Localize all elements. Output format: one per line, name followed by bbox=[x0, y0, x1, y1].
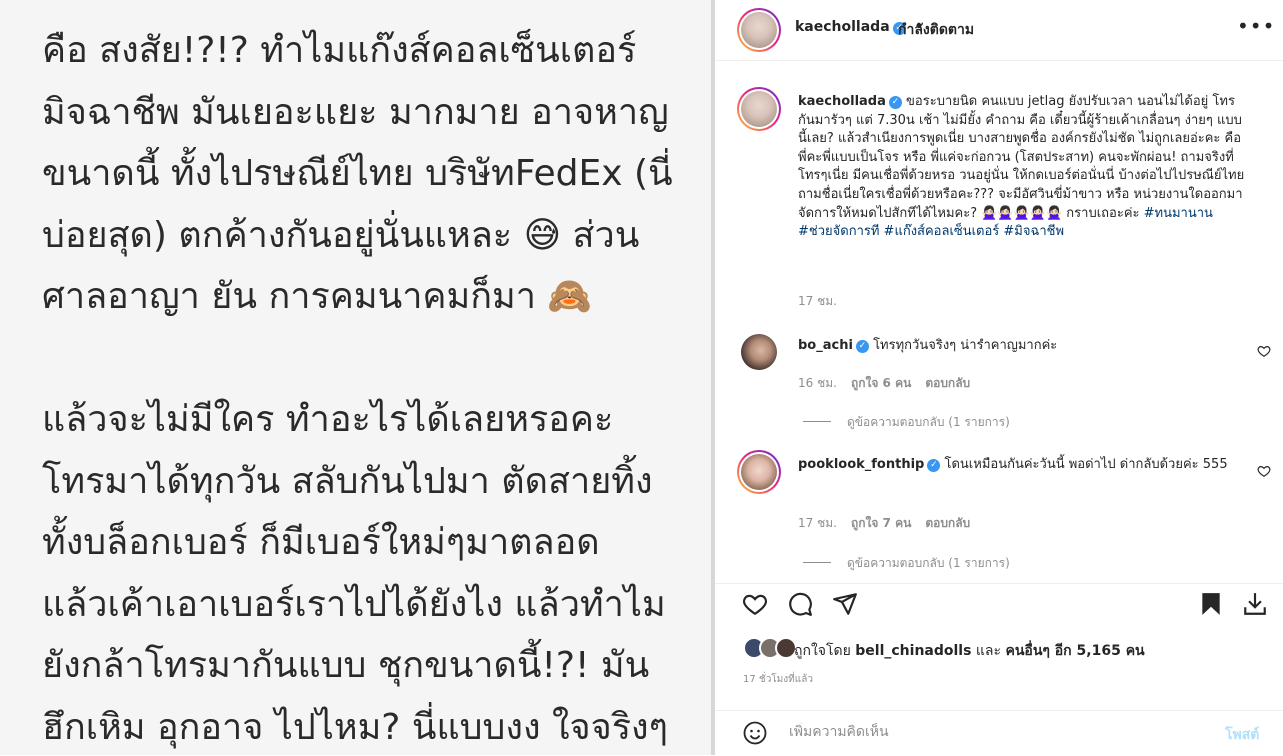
comment-item: pooklook_fonthip ✓ โดนเหมือนกันค่ะวันนี้ … bbox=[798, 455, 1238, 474]
liked-by-others[interactable]: คนอื่นๆ อีก 5,165 คน bbox=[1005, 643, 1144, 659]
caption-time: 17 ชม. bbox=[798, 294, 837, 308]
author-avatar[interactable] bbox=[737, 8, 781, 52]
send-icon[interactable] bbox=[832, 591, 858, 617]
verified-badge-icon: ✓ bbox=[888, 96, 902, 109]
post-caption: kaechollada ✓ ขอระบายนิด คนแบบ jetlag ยัง… bbox=[798, 93, 1248, 242]
commenter-avatar[interactable] bbox=[737, 450, 781, 494]
caption-text: ขอระบายนิด คนแบบ jetlag ยังปรับเวลา นอนไ… bbox=[798, 94, 1245, 221]
post-header: kaechollada ✓ • กำลังติดตาม ••• bbox=[715, 0, 1283, 61]
commenter-avatar[interactable] bbox=[741, 334, 777, 370]
liked-by-text: ถูกใจโดย bell_chinadolls และ คนอื่นๆ อีก… bbox=[794, 643, 1145, 659]
comment-text: โดนเหมือนกันค่ะวันนี้ พอด่าไป ด่ากลับด้ว… bbox=[944, 457, 1228, 472]
caption-avatar[interactable] bbox=[737, 87, 781, 131]
post-image: คือ สงสัย!?!? ทำไมแก๊งส์คอลเซ็นเตอร์ มิจ… bbox=[0, 0, 711, 755]
comment-like-heart-icon[interactable] bbox=[1257, 464, 1271, 478]
comment-likes[interactable]: ถูกใจ 7 คน bbox=[851, 516, 911, 530]
download-icon[interactable] bbox=[1242, 591, 1268, 617]
post-details-panel: kaechollada ✓ • กำลังติดตาม ••• kaecholla… bbox=[715, 0, 1283, 755]
comment-likes[interactable]: ถูกใจ 6 คน bbox=[851, 376, 911, 390]
comment-meta: 16 ชม. ถูกใจ 6 คน ตอบกลับ bbox=[798, 374, 970, 393]
comment-reply-button[interactable]: ตอบกลับ bbox=[925, 376, 970, 390]
more-options-icon[interactable]: ••• bbox=[1237, 14, 1275, 38]
comment-like-heart-icon[interactable] bbox=[1257, 344, 1271, 358]
comment-icon[interactable] bbox=[787, 591, 813, 617]
comment-input[interactable] bbox=[787, 723, 1191, 741]
bookmark-filled-icon[interactable] bbox=[1198, 591, 1224, 617]
liked-by-user[interactable]: bell_chinadolls bbox=[855, 643, 971, 659]
verified-badge-icon: ✓ bbox=[927, 459, 941, 472]
caption-username[interactable]: kaechollada bbox=[798, 94, 886, 109]
comment-item: bo_achi ✓ โทรทุกวันจริงๆ น่ารำคาญมากค่ะ bbox=[798, 336, 1238, 355]
emoji-icon[interactable] bbox=[743, 721, 767, 745]
following-button[interactable]: กำลังติดตาม bbox=[898, 19, 974, 41]
comment-reply-button[interactable]: ตอบกลับ bbox=[925, 516, 970, 530]
comment-time: 16 ชม. bbox=[798, 376, 837, 390]
comment-meta: 17 ชม. ถูกใจ 7 คน ตอบกลับ bbox=[798, 514, 970, 533]
comment-text: โทรทุกวันจริงๆ น่ารำคาญมากค่ะ bbox=[873, 338, 1058, 353]
comments-section[interactable]: kaechollada ✓ ขอระบายนิด คนแบบ jetlag ยัง… bbox=[715, 61, 1283, 583]
comment-username[interactable]: pooklook_fonthip bbox=[798, 457, 924, 472]
post-comment-button[interactable]: โพสต์ bbox=[1225, 724, 1259, 746]
comment-username[interactable]: bo_achi bbox=[798, 338, 853, 353]
view-replies-button[interactable]: ดูข้อความตอบกลับ (1 รายการ) bbox=[803, 554, 1010, 573]
heart-icon[interactable] bbox=[742, 591, 768, 617]
post-time-ago[interactable]: 17 ชั่วโมงที่แล้ว bbox=[743, 672, 813, 687]
comment-time: 17 ชม. bbox=[798, 516, 837, 530]
view-replies-button[interactable]: ดูข้อความตอบกลับ (1 รายการ) bbox=[803, 413, 1010, 432]
add-comment-bar: โพสต์ bbox=[715, 710, 1283, 756]
post-image-text: คือ สงสัย!?!? ทำไมแก๊งส์คอลเซ็นเตอร์ มิจ… bbox=[42, 30, 673, 748]
verified-badge-icon: ✓ bbox=[855, 340, 869, 353]
post-actions-bar bbox=[715, 583, 1283, 628]
